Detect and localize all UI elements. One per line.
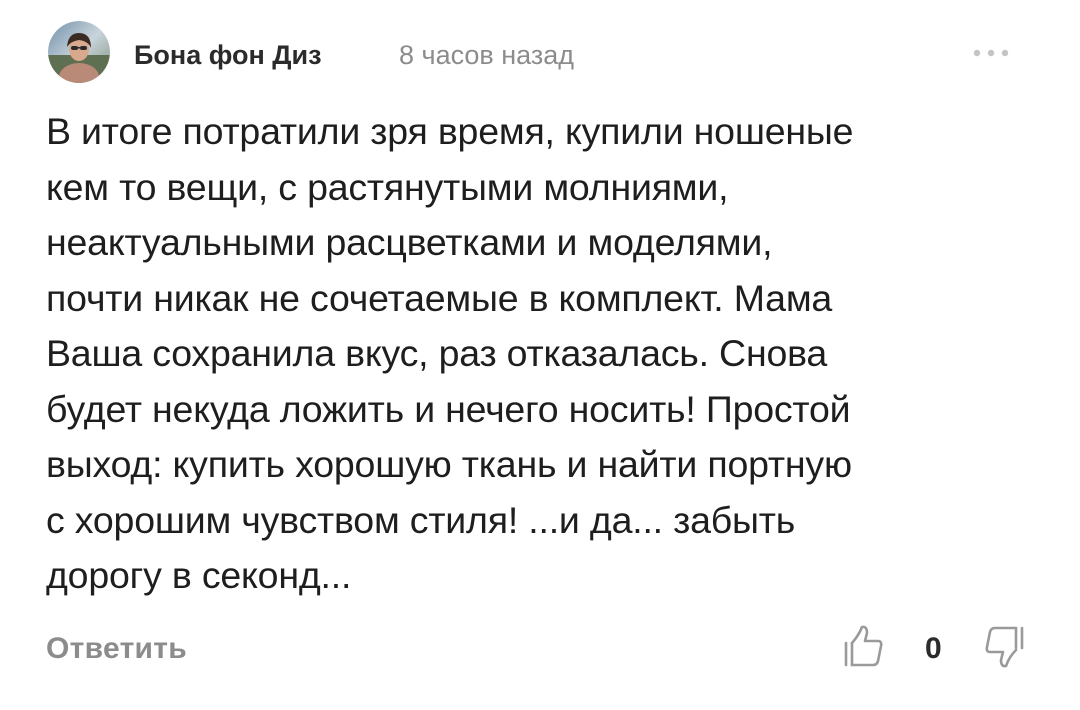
like-count: 0 xyxy=(925,632,942,665)
comment-text-line: кем то вещи, с растянутыми молниями, xyxy=(46,165,729,208)
comment-card: Бона фон Диз 8 часов назад В итоге потра… xyxy=(0,0,1080,710)
comment-text-line: неактуальными расцветками и моделями, xyxy=(46,221,773,263)
author-name[interactable]: Бона фон Диз xyxy=(134,38,322,72)
comment-timestamp: 8 часов назад xyxy=(399,40,575,70)
thumbs-down-icon[interactable] xyxy=(980,624,1028,672)
more-dots-icon[interactable] xyxy=(968,42,1014,64)
comment-text: В итоге потратили зря время, купили ноше… xyxy=(46,104,1046,604)
comment-text-line: выход: купить хорошую ткань и найти порт… xyxy=(46,443,852,485)
reply-button[interactable]: Ответить xyxy=(46,630,187,668)
comment-text-line: почти никак не сочетаемые в комплект. Ма… xyxy=(46,276,833,319)
comment-text-line: Ваша сохранила вкус, раз отказалась. Сно… xyxy=(46,332,828,374)
thumbs-up-icon[interactable] xyxy=(840,621,888,669)
comment-text-line: с хорошим чувством стиля! ...и да... заб… xyxy=(46,498,796,541)
comment-text-line: В итоге потратили зря время, купили ноше… xyxy=(46,110,854,152)
comment-text-line: дорогу в секонд... xyxy=(46,554,352,596)
avatar[interactable] xyxy=(48,21,110,83)
comment-text-line: будет некуда ложить и нечего носить! Про… xyxy=(46,387,851,430)
avatar-photo xyxy=(48,21,110,83)
